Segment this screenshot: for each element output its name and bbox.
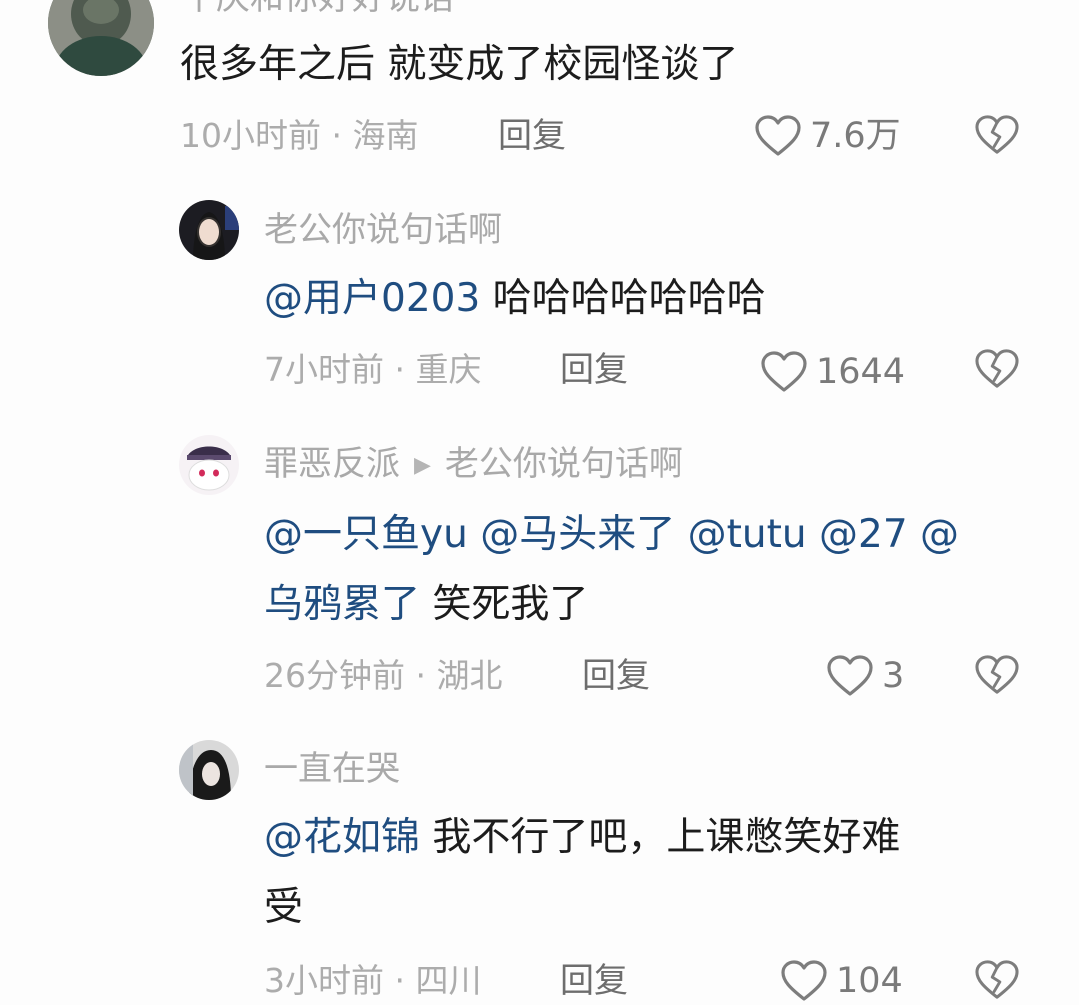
comment-location: 四川 [415, 961, 482, 1000]
comment-text-content: 很多年之后 就变成了校园怪谈了 [180, 42, 739, 87]
comment-text-content: 受 [264, 885, 304, 930]
comment-meta: 26分钟前 · 湖北 [264, 656, 503, 696]
reply-button[interactable]: 回复 [560, 961, 628, 1001]
like-button[interactable]: 7.6万 [754, 114, 901, 158]
avatar[interactable] [48, 0, 154, 76]
comment-text: @花如锦 我不行了吧，上课憋笑好难受 [264, 803, 1024, 943]
like-count: 7.6万 [810, 116, 901, 156]
triangle-right-icon: ▶ [414, 453, 431, 478]
comment-meta: 7小时前 · 重庆 [264, 350, 482, 390]
broken-heart-icon[interactable] [974, 959, 1020, 1001]
mention-link[interactable]: 乌鸦累了 [264, 582, 420, 627]
broken-heart-icon[interactable] [974, 348, 1020, 390]
like-button[interactable]: 1644 [760, 350, 905, 394]
like-count: 1644 [816, 352, 906, 392]
heart-outline-icon [755, 115, 801, 156]
avatar-image [48, 0, 154, 76]
comment-username[interactable]: 一直在哭 [264, 749, 400, 789]
like-count: 104 [836, 961, 903, 1001]
like-button[interactable]: 104 [780, 959, 903, 1003]
reply-comment-item: 老公你说句话啊 @用户0203 哈哈哈哈哈哈哈 7小时前 · 重庆 回复 164… [0, 190, 1079, 420]
reply-comment-item: 罪恶反派 ▶ 老公你说句话啊 @一只鱼yu @马头来了 @tutu @27 @ 乌鸦累… [0, 420, 1079, 725]
avatar[interactable] [179, 435, 239, 495]
comment-meta: 3小时前 · 四川 [264, 961, 482, 1001]
comment-text: @用户0203 哈哈哈哈哈哈哈 [264, 264, 1024, 334]
comment-text: 很多年之后 就变成了校园怪谈了 [180, 30, 1040, 100]
comment-item: 十庆和你好好说话 很多年之后 就变成了校园怪谈了 10小时前 · 海南 回复 7… [0, 0, 1079, 190]
avatar-image [179, 200, 239, 260]
comment-username-row: 罪恶反派 ▶ 老公你说句话啊 [264, 444, 683, 486]
comment-username[interactable]: 十庆和你好好说话 [182, 0, 454, 18]
comment-text: @一只鱼yu @马头来了 @tutu @27 @ 乌鸦累了 笑死我了 [264, 500, 1044, 640]
broken-heart-icon[interactable] [974, 114, 1020, 156]
comment-time: 7小时前 [264, 350, 384, 389]
like-count: 3 [882, 656, 905, 696]
mention-link[interactable]: @一只鱼yu @马头来了 @tutu @27 @ [264, 512, 959, 557]
comment-text-content: 笑死我了 [420, 582, 589, 627]
comment-location: 海南 [352, 116, 419, 155]
meta-separator: · [331, 116, 343, 155]
avatar[interactable] [179, 740, 239, 800]
reply-button[interactable]: 回复 [582, 656, 650, 696]
avatar-image [179, 435, 239, 495]
meta-separator: · [394, 961, 406, 1000]
heart-outline-icon [761, 351, 807, 392]
heart-outline-icon [827, 655, 873, 696]
comment-text-content: 我不行了吧，上课憋笑好难 [420, 815, 901, 860]
like-button[interactable]: 3 [826, 654, 904, 698]
comment-meta: 10小时前 · 海南 [180, 116, 419, 156]
comment-username[interactable]: 老公你说句话啊 [264, 210, 502, 250]
comment-username[interactable]: 罪恶反派 [264, 444, 400, 484]
avatar-image [179, 740, 239, 800]
broken-heart-icon[interactable] [974, 654, 1020, 696]
comment-text-content: 哈哈哈哈哈哈哈 [480, 276, 766, 321]
comment-location: 湖北 [436, 656, 503, 695]
comment-time: 26分钟前 [264, 656, 405, 695]
heart-outline-icon [781, 960, 827, 1001]
mention-link[interactable]: @花如锦 [264, 815, 420, 860]
comment-location: 重庆 [415, 350, 482, 389]
reply-to-username[interactable]: 老公你说句话啊 [445, 444, 683, 484]
reply-comment-item: 一直在哭 @花如锦 我不行了吧，上课憋笑好难受 3小时前 · 四川 回复 104 [0, 725, 1079, 1005]
avatar[interactable] [179, 200, 239, 260]
meta-separator: · [415, 656, 427, 695]
comment-time: 10小时前 [180, 116, 321, 155]
meta-separator: · [394, 350, 406, 389]
comment-time: 3小时前 [264, 961, 384, 1000]
mention-link[interactable]: @用户0203 [264, 276, 480, 321]
reply-button[interactable]: 回复 [560, 350, 628, 390]
reply-button[interactable]: 回复 [498, 116, 566, 156]
